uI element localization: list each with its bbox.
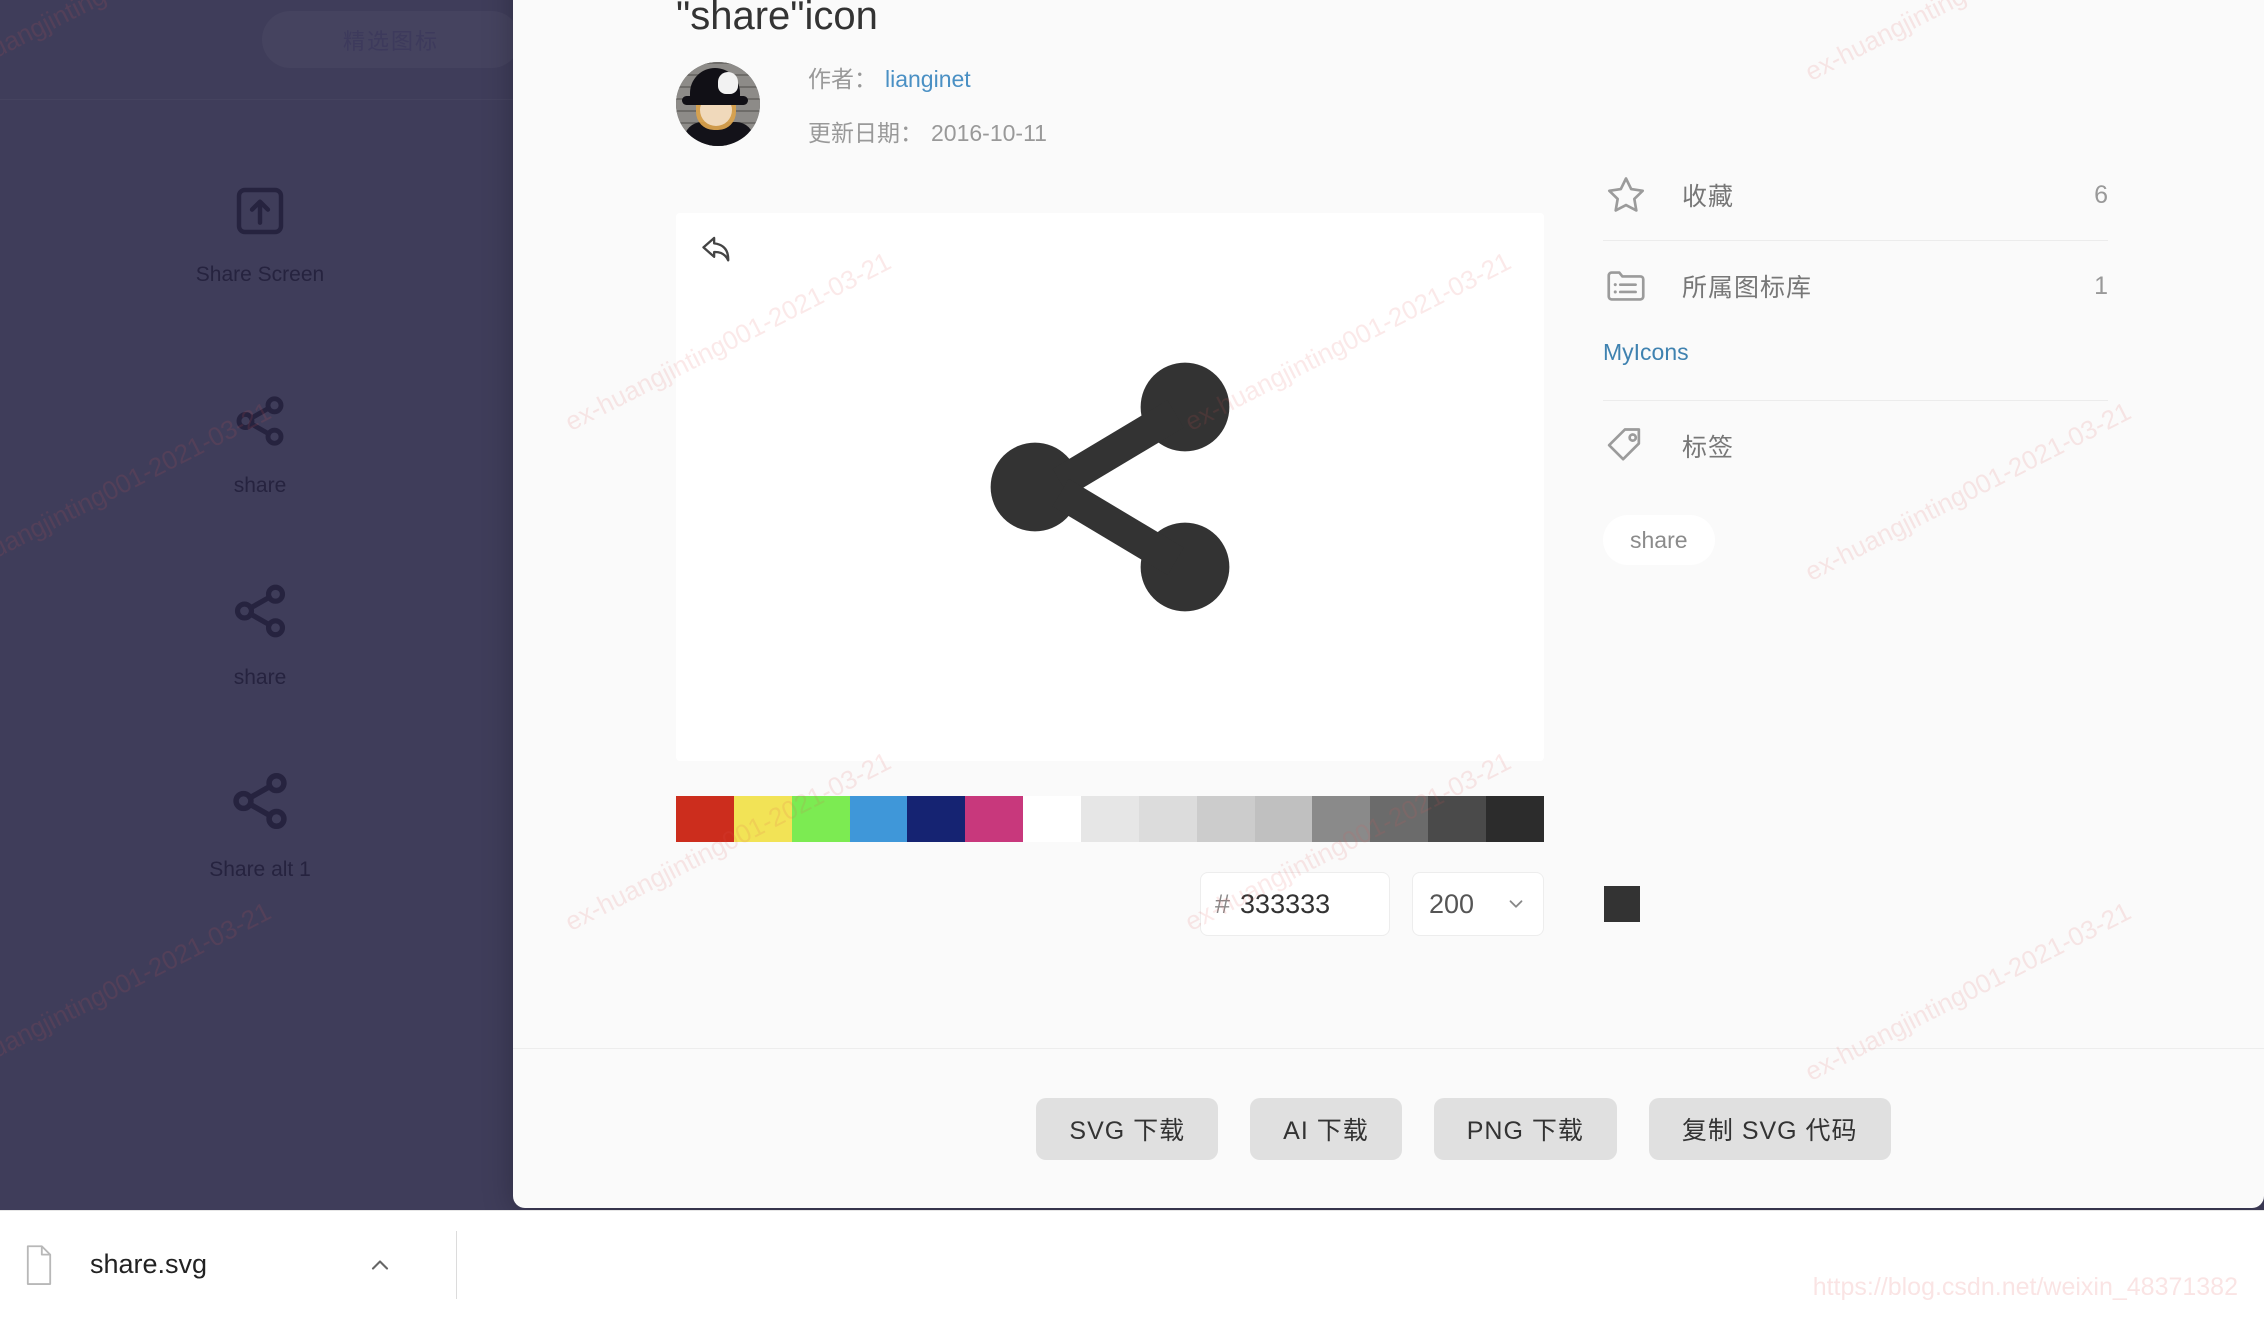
- author-name-link[interactable]: lianginet: [885, 66, 971, 93]
- color-swatch[interactable]: [733, 796, 792, 842]
- chevron-down-icon: [1505, 893, 1527, 915]
- update-date-label: 更新日期：: [808, 120, 923, 146]
- update-date-value: 2016-10-11: [931, 120, 1047, 146]
- tags-label: 标签: [1682, 434, 1735, 462]
- icon-detail-modal: "share"icon 作者： lianginet 更新日期： 2016-10-…: [513, 0, 2264, 1208]
- page-root: 精选图标 Share Screen share share Share alt …: [0, 0, 2264, 1318]
- tag-list: share: [1603, 491, 2108, 565]
- color-swatch[interactable]: [1428, 796, 1487, 842]
- favorites-row[interactable]: 收藏 6: [1603, 150, 2108, 240]
- backdrop-divider: [0, 99, 520, 100]
- backdrop-icon-label: Share Screen: [195, 263, 325, 286]
- download-item[interactable]: share.svg: [0, 1211, 456, 1318]
- color-preview-chip[interactable]: [1604, 886, 1641, 922]
- color-swatch[interactable]: [1254, 796, 1313, 842]
- favorites-label: 收藏: [1682, 183, 1735, 211]
- backdrop-icon-label: share: [233, 474, 287, 497]
- size-value: 200: [1429, 888, 1475, 919]
- color-swatch[interactable]: [849, 796, 908, 842]
- color-swatch[interactable]: [1370, 796, 1429, 842]
- color-swatch[interactable]: [676, 796, 734, 842]
- author-label: 作者：: [808, 66, 877, 92]
- library-label: 所属图标库: [1682, 274, 1813, 302]
- share-icon: [676, 213, 1544, 761]
- backdrop-icon-cell[interactable]: Share alt 1: [0, 730, 520, 920]
- backdrop-icon-cell[interactable]: share: [0, 540, 520, 730]
- backdrop-icon-label: share: [233, 666, 287, 689]
- tags-row: 标签: [1603, 401, 2108, 491]
- color-swatch[interactable]: [1196, 796, 1255, 842]
- color-swatch[interactable]: [1081, 796, 1139, 842]
- backdrop-icon-label: Share alt 1: [209, 858, 311, 881]
- color-swatch[interactable]: [1138, 796, 1197, 842]
- page-title: "share"icon: [676, 0, 878, 38]
- download-actions: SVG 下载 AI 下载 PNG 下载 复制 SVG 代码: [513, 1048, 2264, 1208]
- star-icon: [1603, 172, 1655, 218]
- icon-preview-canvas: [676, 213, 1544, 761]
- author-meta: 作者： lianginet 更新日期： 2016-10-11: [808, 60, 1047, 148]
- tag-icon: [1603, 423, 1655, 469]
- download-ai-button[interactable]: AI 下载: [1250, 1097, 1402, 1160]
- backdrop-icon-grid: Share Screen share share Share alt 1: [0, 120, 520, 920]
- share-icon: [231, 392, 289, 450]
- share-icon: [227, 768, 293, 834]
- share-icon: [229, 580, 291, 642]
- icon-info-panel: 收藏 6 所属图标库 1 MyIcons 标签 share: [1603, 150, 2108, 565]
- color-swatch[interactable]: [1023, 796, 1082, 842]
- hex-color-field[interactable]: #: [1200, 872, 1641, 936]
- shelf-divider: [456, 1230, 457, 1299]
- modal-body: "share"icon 作者： lianginet 更新日期： 2016-10-…: [513, 0, 2264, 1048]
- backdrop-icon-cell[interactable]: share: [0, 350, 520, 540]
- download-file-name: share.svg: [90, 1249, 208, 1279]
- author-row: 作者： lianginet 更新日期： 2016-10-11: [676, 60, 1047, 148]
- icon-controls: # 200: [676, 872, 1641, 936]
- chevron-up-icon[interactable]: [366, 1251, 394, 1279]
- featured-icons-tab[interactable]: 精选图标: [262, 11, 520, 68]
- color-swatch[interactable]: [965, 796, 1024, 842]
- backdrop-icon-cell[interactable]: Share Screen: [0, 120, 520, 350]
- copy-svg-code-button[interactable]: 复制 SVG 代码: [1648, 1097, 1891, 1160]
- library-link[interactable]: MyIcons: [1603, 331, 2108, 400]
- download-png-button[interactable]: PNG 下载: [1433, 1097, 1617, 1160]
- hash-symbol: #: [1215, 888, 1231, 919]
- library-count: 1: [2094, 271, 2108, 300]
- update-date-line: 更新日期： 2016-10-11: [808, 114, 1047, 148]
- download-shelf: share.svg: [0, 1210, 2264, 1318]
- color-palette[interactable]: [676, 796, 1544, 842]
- size-select[interactable]: 200: [1412, 872, 1544, 936]
- color-swatch[interactable]: [907, 796, 966, 842]
- favorites-count: 6: [2094, 180, 2108, 209]
- color-swatch[interactable]: [791, 796, 850, 842]
- download-svg-button[interactable]: SVG 下载: [1036, 1097, 1219, 1160]
- library-row[interactable]: 所属图标库 1: [1603, 241, 2108, 331]
- tag-chip[interactable]: share: [1603, 515, 1715, 565]
- folder-list-icon: [1603, 263, 1655, 309]
- color-swatch[interactable]: [1312, 796, 1371, 842]
- color-swatch[interactable]: [1486, 796, 1544, 842]
- share-screen-icon: [232, 183, 288, 239]
- featured-icons-tab-label: 精选图标: [342, 28, 439, 54]
- document-icon: [22, 1244, 56, 1286]
- avatar[interactable]: [676, 62, 760, 146]
- author-line: 作者： lianginet: [808, 60, 1047, 94]
